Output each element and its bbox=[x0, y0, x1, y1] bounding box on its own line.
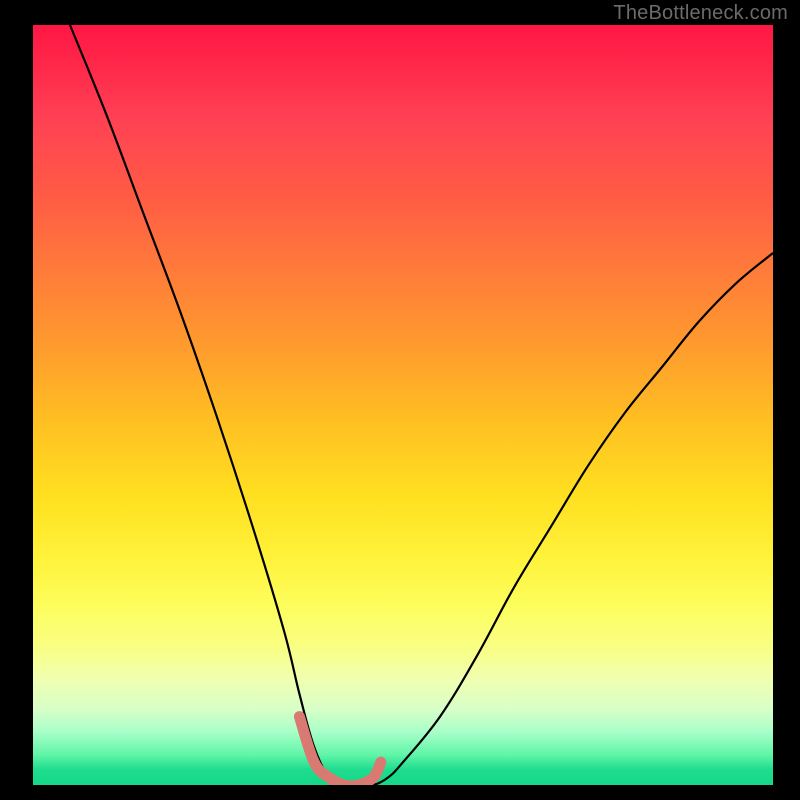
watermark-text: TheBottleneck.com bbox=[613, 2, 788, 25]
optimal-range-marker bbox=[299, 717, 380, 785]
bottleneck-curve bbox=[70, 25, 773, 785]
chart-frame: TheBottleneck.com bbox=[0, 0, 800, 800]
plot-area bbox=[33, 25, 773, 785]
chart-overlay bbox=[33, 25, 773, 785]
